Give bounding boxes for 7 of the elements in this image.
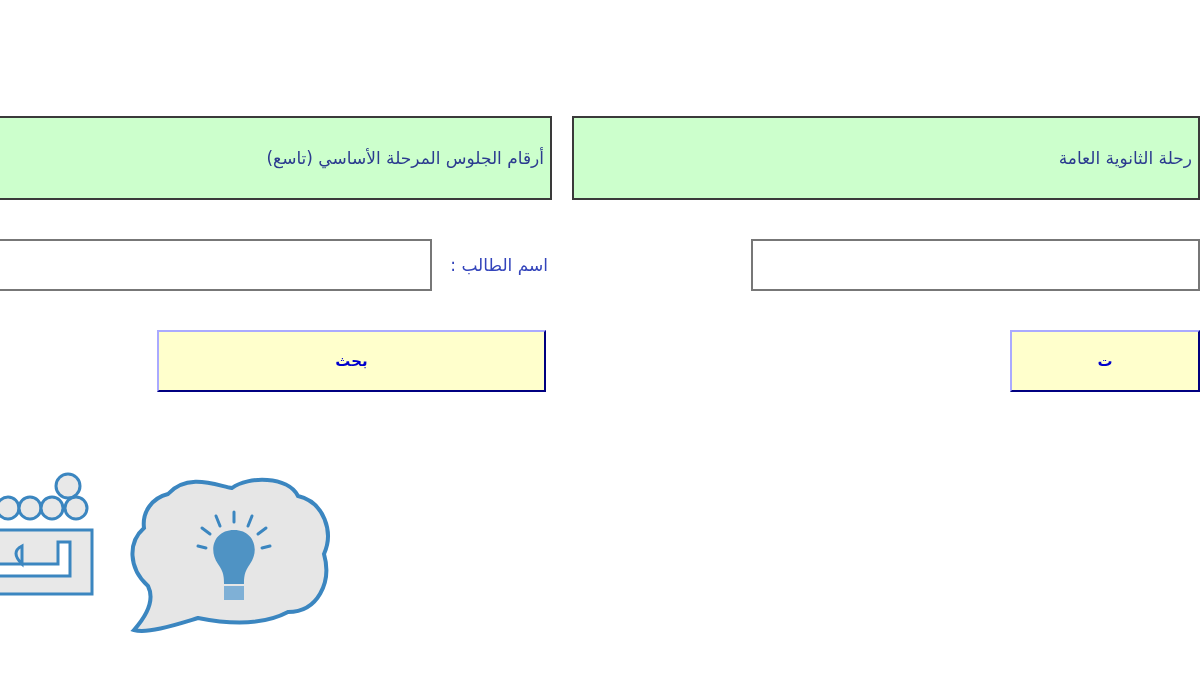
field-label: اسم الطالب : [450, 255, 548, 275]
search-button[interactable]: ت [1010, 330, 1200, 392]
search-button[interactable]: بحث [157, 330, 546, 392]
panel-heading: رحلة الثانوية العامة [572, 116, 1200, 200]
input-field[interactable] [751, 239, 1200, 291]
input-field[interactable] [0, 239, 433, 291]
panel-heading: أرقام الجلوس المرحلة الأساسي (تاسع) [0, 116, 552, 200]
